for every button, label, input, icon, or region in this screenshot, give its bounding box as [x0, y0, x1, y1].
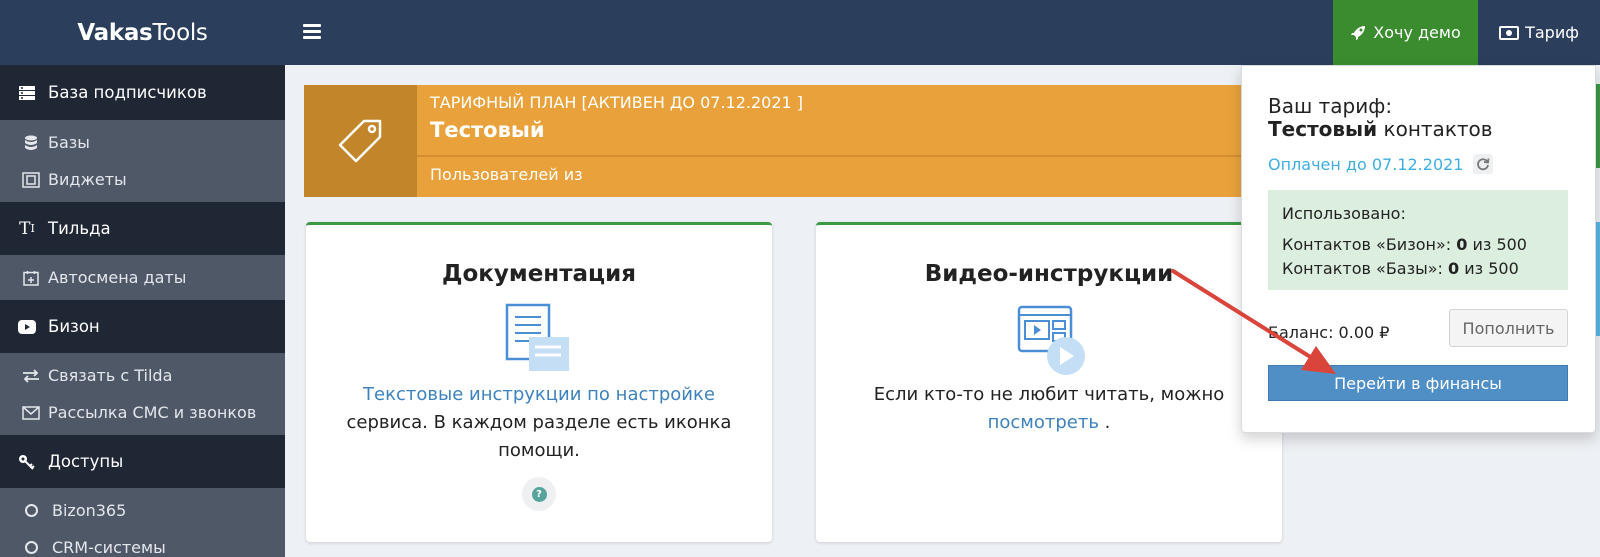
sidebar-item-label: Доступы — [48, 452, 124, 471]
usage-bases: Контактов «Базы»: 0 из 500 — [1282, 259, 1519, 278]
demo-button-label: Хочу демо — [1373, 23, 1461, 42]
finance-button[interactable]: Перейти в финансы — [1268, 365, 1568, 401]
sidebar: База подписчиков Базы Виджеты TI Тильда … — [0, 65, 285, 557]
sidebar-item-label: Bizon365 — [52, 501, 127, 520]
text-tilda-icon: TI — [19, 218, 35, 239]
docs-link[interactable]: Текстовые инструкции по настройке — [363, 384, 715, 405]
usage-box: Использовано: Контактов «Бизон»: 0 из 50… — [1268, 190, 1568, 290]
docs-text-rest: сервиса. В каждом разделе есть иконка по… — [346, 412, 732, 461]
plan-divider — [417, 155, 1304, 157]
help-button[interactable]: ? — [522, 477, 556, 511]
video-link[interactable]: посмотреть — [988, 412, 1099, 433]
database-icon — [22, 134, 40, 152]
usage-label: Использовано: — [1282, 204, 1406, 223]
sidebar-item-bizon365[interactable]: Bizon365 — [0, 492, 285, 529]
sidebar-item-label: Связать с Tilda — [48, 366, 173, 385]
sidebar-item-autodate[interactable]: Автосмена даты — [0, 259, 285, 296]
sidebar-group: Связать с Tilda Рассылка СМС и звонков — [0, 353, 285, 435]
tarif-button[interactable]: Тариф — [1478, 0, 1600, 65]
sidebar-item-label: Тильда — [48, 219, 111, 238]
video-card: Видео-инструкции Если кто-то не любит чи… — [816, 222, 1282, 542]
hamburger-icon[interactable] — [303, 24, 321, 40]
plan-users: Пользователей из — [430, 165, 583, 184]
balance-text: Баланс: 0.00 ₽ — [1268, 323, 1390, 342]
top-bar: Vakas Tools Хочу демо Тариф — [0, 0, 1600, 65]
demo-button[interactable]: Хочу демо — [1333, 0, 1478, 65]
sidebar-item-label: Базы — [48, 133, 90, 152]
brand-logo[interactable]: Vakas Tools — [0, 0, 285, 65]
tarif-button-label: Тариф — [1525, 23, 1579, 42]
youtube-icon — [18, 318, 36, 336]
dropdown-plan-name: Тестовый контактов — [1268, 117, 1493, 141]
video-icon — [1009, 301, 1089, 381]
docs-card: Документация Текстовые инструкции по нас… — [306, 222, 772, 542]
circle-icon — [25, 504, 38, 517]
circle-icon — [25, 541, 38, 554]
video-title: Видео-инструкции — [924, 261, 1174, 287]
sidebar-item-bases[interactable]: Базы — [0, 124, 285, 161]
sidebar-item-bizon[interactable]: Бизон — [0, 300, 285, 353]
sidebar-item-access[interactable]: Доступы — [0, 435, 285, 488]
paid-until-text: Оплачен до 07.12.2021 — [1268, 154, 1464, 174]
usage-bizon: Контактов «Бизон»: 0 из 500 — [1282, 235, 1527, 254]
docs-text: Текстовые инструкции по настройке сервис… — [306, 381, 772, 465]
database-list-icon — [18, 84, 36, 102]
sidebar-item-tilda[interactable]: TI Тильда — [0, 202, 285, 255]
topup-button[interactable]: Пополнить — [1449, 309, 1568, 347]
plan-banner: ТАРИФНЫЙ ПЛАН [АКТИВЕН ДО 07.12.2021 ] Т… — [304, 85, 1304, 197]
question-icon: ? — [531, 486, 547, 502]
sidebar-item-sms[interactable]: Рассылка СМС и звонков — [0, 394, 285, 431]
key-icon — [18, 453, 36, 471]
exchange-icon — [22, 367, 40, 385]
sidebar-item-label: Автосмена даты — [48, 268, 187, 287]
sidebar-item-label: База подписчиков — [48, 83, 207, 102]
envelope-icon — [22, 404, 40, 422]
video-text-main: Если кто-то не любит читать, можно — [873, 384, 1225, 405]
sidebar-item-widgets[interactable]: Виджеты — [0, 161, 285, 198]
sidebar-item-label: Бизон — [48, 317, 100, 336]
dropdown-your-plan: Ваш тариф: — [1268, 94, 1393, 118]
sidebar-item-link-tilda[interactable]: Связать с Tilda — [0, 357, 285, 394]
tariff-dropdown: Ваш тариф: Тестовый контактов Оплачен до… — [1241, 65, 1596, 433]
sidebar-item-label: Виджеты — [48, 170, 127, 189]
sidebar-group: Bizon365 CRM-системы — [0, 488, 285, 557]
video-text-after: . — [1098, 412, 1111, 433]
refresh-icon[interactable] — [1473, 154, 1494, 174]
sidebar-item-label: Рассылка СМС и звонков — [48, 403, 257, 422]
docs-title: Документация — [442, 261, 636, 287]
sidebar-item-label: CRM-системы — [52, 538, 166, 557]
sidebar-group: Базы Виджеты — [0, 120, 285, 202]
widget-icon — [22, 171, 40, 189]
document-icon — [499, 301, 579, 381]
plan-heading: ТАРИФНЫЙ ПЛАН [АКТИВЕН ДО 07.12.2021 ] — [430, 93, 804, 112]
sidebar-item-crm[interactable]: CRM-системы — [0, 529, 285, 557]
rocket-icon — [1351, 25, 1366, 40]
video-text: Если кто-то не любит читать, можно посмо… — [816, 381, 1282, 437]
calendar-icon — [22, 269, 40, 287]
sidebar-group: Автосмена даты — [0, 255, 285, 300]
plan-name: Тестовый — [430, 118, 545, 142]
dropdown-paid-until: Оплачен до 07.12.2021 — [1268, 154, 1494, 174]
money-icon — [1499, 25, 1520, 40]
tag-icon — [304, 85, 417, 197]
sidebar-item-subscribers[interactable]: База подписчиков — [0, 65, 285, 120]
